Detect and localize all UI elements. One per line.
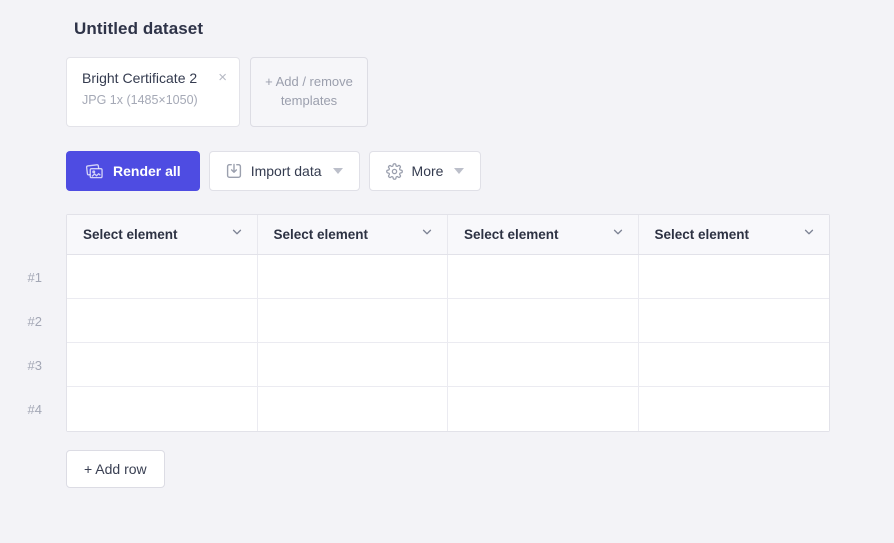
column-header-select-element-3[interactable]: Select element <box>448 215 639 254</box>
column-header-select-element-1[interactable]: Select element <box>67 215 258 254</box>
table-cell[interactable] <box>448 299 639 342</box>
stacked-images-icon <box>85 163 104 180</box>
table-cell[interactable] <box>67 343 258 386</box>
template-name: Bright Certificate 2 <box>82 70 198 86</box>
table-row <box>67 255 829 299</box>
column-header-label: Select element <box>83 227 178 242</box>
table-row <box>67 387 829 431</box>
table-cell[interactable] <box>67 255 258 298</box>
chevron-down-icon <box>802 225 816 244</box>
table-header-row: Select element Select element Select ele… <box>67 215 829 255</box>
table-cell[interactable] <box>257 255 448 298</box>
column-header-select-element-4[interactable]: Select element <box>639 215 830 254</box>
table-cell[interactable] <box>448 387 639 431</box>
import-data-button[interactable]: Import data <box>208 151 360 191</box>
row-index-label: #4 <box>27 401 42 417</box>
template-card-header: Bright Certificate 2 × <box>82 70 227 86</box>
row-index-label: #1 <box>27 269 42 285</box>
chevron-down-icon <box>230 225 244 244</box>
table-cell[interactable] <box>257 387 448 431</box>
caret-down-icon <box>454 168 465 174</box>
dataset-editor-page: Untitled dataset Bright Certificate 2 × … <box>0 0 894 543</box>
caret-down-icon <box>332 168 343 174</box>
page-title: Untitled dataset <box>74 19 204 38</box>
table-row <box>67 343 829 387</box>
row-index-label: #2 <box>27 313 42 329</box>
template-row: Bright Certificate 2 × JPG 1x (1485×1050… <box>66 57 368 127</box>
import-tray-icon <box>226 163 242 179</box>
add-row-button[interactable]: + Add row <box>66 450 165 488</box>
table-row <box>67 299 829 343</box>
add-remove-templates-button[interactable]: + Add / remove templates <box>250 57 368 127</box>
column-header-label: Select element <box>654 227 750 242</box>
table-cell[interactable] <box>67 299 258 342</box>
column-header-label: Select element <box>273 227 369 242</box>
import-data-label: Import data <box>250 163 322 179</box>
render-all-button[interactable]: Render all <box>66 151 200 191</box>
template-card[interactable]: Bright Certificate 2 × JPG 1x (1485×1050… <box>66 57 240 127</box>
table-cell[interactable] <box>638 343 829 386</box>
table-cell[interactable] <box>257 343 448 386</box>
table-cell[interactable] <box>638 387 829 431</box>
table-cell[interactable] <box>638 255 829 298</box>
chevron-down-icon <box>611 225 625 244</box>
template-meta: JPG 1x (1485×1050) <box>82 93 198 107</box>
more-label: More <box>411 163 444 179</box>
more-button[interactable]: More <box>368 151 482 191</box>
render-all-label: Render all <box>113 163 181 179</box>
gear-icon <box>385 162 403 180</box>
toolbar: Render all Import data More <box>66 151 482 191</box>
table-cell[interactable] <box>448 343 639 386</box>
close-icon[interactable]: × <box>218 70 227 85</box>
dataset-table: Select element Select element Select ele… <box>66 214 830 432</box>
column-header-label: Select element <box>464 227 559 242</box>
column-header-select-element-2[interactable]: Select element <box>258 215 448 254</box>
table-cell[interactable] <box>448 255 639 298</box>
table-cell[interactable] <box>257 299 448 342</box>
chevron-down-icon <box>420 225 434 244</box>
row-index-label: #3 <box>27 357 42 373</box>
table-cell[interactable] <box>638 299 829 342</box>
table-cell[interactable] <box>67 387 258 431</box>
row-index-gutter: #1 #2 #3 #4 <box>0 255 42 431</box>
